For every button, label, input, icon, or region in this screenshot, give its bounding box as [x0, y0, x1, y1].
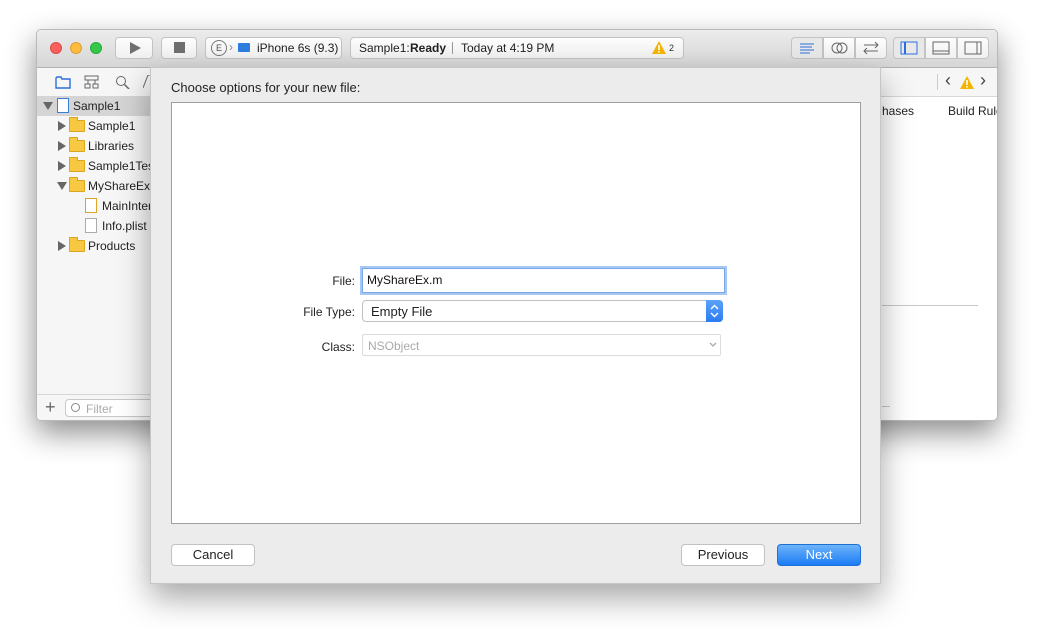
filter-placeholder: Filter [86, 402, 113, 416]
tree-label: MyShareEx [88, 179, 151, 193]
folder-icon [69, 117, 85, 132]
rings-icon [831, 42, 848, 54]
search-icon[interactable] [115, 75, 131, 89]
chevron-right-icon[interactable]: › [980, 70, 986, 91]
tree-row-group[interactable]: Sample1Test [37, 156, 157, 176]
play-icon [130, 42, 141, 54]
stop-button[interactable] [161, 37, 197, 59]
tab-build-rules[interactable]: Build Rule [948, 104, 997, 118]
warning-icon[interactable] [652, 41, 666, 54]
next-button[interactable]: Next [777, 544, 861, 566]
file-name-value: MyShareEx.m [367, 273, 443, 287]
tree-row-group[interactable]: Libraries [37, 136, 151, 156]
disclosure-expanded-icon[interactable] [43, 102, 53, 110]
disclosure-collapsed-icon[interactable] [58, 161, 66, 171]
toggle-navigator-button[interactable] [893, 37, 925, 59]
version-editor-button[interactable] [855, 37, 887, 59]
tree-label: Sample1 [73, 99, 121, 113]
arrows-icon [863, 41, 879, 55]
folder-icon [69, 177, 85, 192]
editor-divider [882, 305, 978, 306]
tree-label: Products [88, 239, 136, 253]
activity-status: Ready [410, 41, 447, 55]
tree-row-file[interactable]: Info.plist [37, 216, 151, 236]
toggle-utilities-button[interactable] [957, 37, 989, 59]
tree-label: Info.plist [102, 219, 147, 233]
right-panel-icon [964, 41, 982, 55]
tree-row-group[interactable]: MyShareEx [37, 176, 151, 196]
tree-label: Sample1 [88, 119, 136, 133]
file-type-value: Empty File [371, 304, 433, 319]
assistant-editor-button[interactable] [823, 37, 855, 59]
previous-button[interactable]: Previous [681, 544, 765, 566]
hierarchy-icon[interactable] [84, 75, 100, 89]
bottom-panel-icon [932, 41, 950, 55]
file-type-select[interactable]: Empty File [362, 300, 723, 322]
class-label: Class: [321, 340, 355, 354]
left-panel-icon [900, 41, 918, 55]
minimize-window-button[interactable] [70, 42, 82, 54]
sheet-title: Choose options for your new file: [171, 80, 361, 95]
zoom-window-button[interactable] [90, 42, 102, 54]
disclosure-collapsed-icon[interactable] [58, 141, 66, 151]
close-window-button[interactable] [50, 42, 62, 54]
run-button[interactable] [115, 37, 153, 59]
standard-editor-button[interactable] [791, 37, 823, 59]
chevron-left-icon[interactable]: ‹ [945, 70, 951, 91]
folder-icon[interactable] [55, 75, 71, 89]
activity-project: Sample1: [359, 41, 410, 55]
device-label: iPhone 6s (9.3) [257, 41, 339, 55]
disclosure-collapsed-icon[interactable] [58, 241, 66, 251]
disclosure-expanded-icon[interactable] [57, 182, 67, 190]
lines-icon [800, 43, 814, 54]
file-type-label: File Type: [303, 305, 355, 319]
new-file-sheet: Choose options for your new file: File: … [150, 67, 881, 584]
folder-icon [69, 157, 85, 172]
plist-file-icon [85, 218, 97, 233]
scheme-selector[interactable]: E › iPhone 6s (9.3) [205, 37, 342, 59]
disclosure-collapsed-icon[interactable] [58, 121, 66, 131]
chevron-down-icon [709, 342, 717, 347]
class-combobox: NSObject [362, 334, 721, 356]
editor-divider [882, 406, 890, 407]
warning-count: 2 [669, 43, 675, 53]
tree-label: Libraries [88, 139, 135, 153]
editor-warning-icon[interactable] [960, 76, 974, 89]
project-navigator: Sample1 Sample1 Libraries Sample1Test My… [37, 96, 157, 420]
activity-time: Today at 4:19 PM [461, 41, 555, 55]
scheme-badge: E [211, 40, 227, 56]
device-icon [238, 43, 250, 52]
chevron-right-icon: › [229, 40, 233, 54]
select-stepper-icon[interactable] [706, 300, 723, 322]
file-label: File: [332, 274, 355, 288]
options-panel: File: MyShareEx.m File Type: Empty File … [171, 102, 861, 524]
project-file-icon [57, 98, 69, 113]
activity-divider [452, 42, 453, 54]
class-value: NSObject [368, 339, 420, 353]
toolbar: E › iPhone 6s (9.3) Sample1: Ready Today… [37, 30, 997, 68]
editor-nav-divider [937, 74, 938, 90]
cancel-button[interactable]: Cancel [171, 544, 255, 566]
folder-icon [69, 237, 85, 252]
filter-options-icon[interactable] [71, 403, 80, 412]
tree-row-group[interactable]: Products [37, 236, 151, 256]
navigator-filter-bar: + Filter [37, 394, 155, 420]
tree-label: Sample1Test [88, 159, 158, 173]
add-icon[interactable]: + [45, 397, 56, 418]
activity-viewer: Sample1: Ready Today at 4:19 PM 2 [350, 37, 684, 59]
tab-build-phases[interactable]: hases [882, 104, 914, 118]
stop-icon [174, 42, 185, 53]
toggle-debug-area-button[interactable] [925, 37, 957, 59]
tree-row-project[interactable]: Sample1 [37, 96, 151, 116]
tree-row-group[interactable]: Sample1 [37, 116, 151, 136]
folder-icon [69, 137, 85, 152]
tree-label: MainInter [102, 199, 153, 213]
file-name-input[interactable]: MyShareEx.m [362, 268, 725, 293]
storyboard-file-icon [85, 198, 97, 213]
filter-field[interactable]: Filter [65, 399, 155, 417]
tree-row-file[interactable]: MainInter [37, 196, 153, 216]
